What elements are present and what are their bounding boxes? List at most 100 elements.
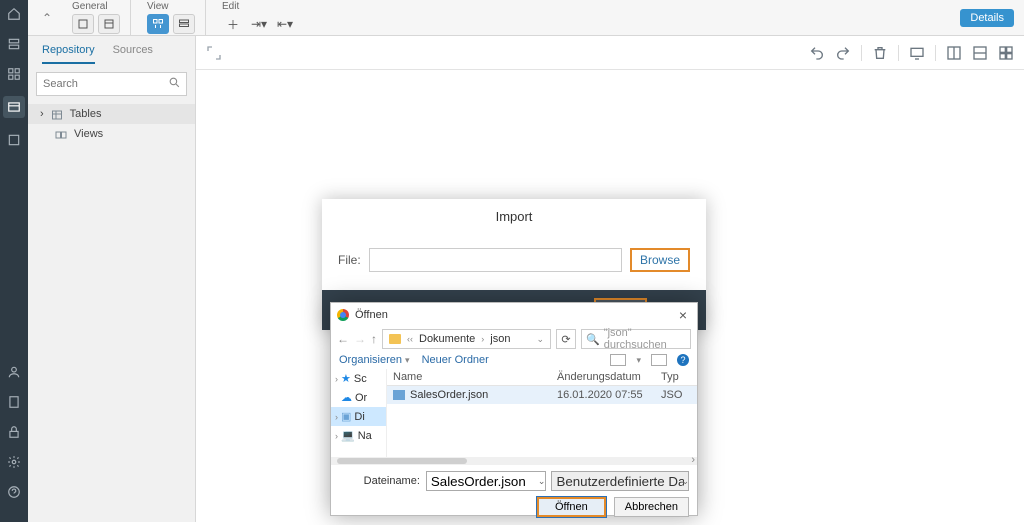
browse-button[interactable]: Browse [630, 248, 690, 272]
folder-icon: ▣ [341, 410, 351, 423]
general-btn-1[interactable] [72, 14, 94, 34]
col-name[interactable]: Name [393, 371, 557, 383]
star-icon: ★ [341, 372, 351, 385]
crumb-b[interactable]: json [490, 333, 510, 345]
help-icon[interactable] [6, 484, 22, 500]
search-placeholder: "json" durchsuchen [604, 327, 686, 351]
screen-icon[interactable] [909, 45, 925, 61]
col-date[interactable]: Änderungsdatum [557, 371, 661, 383]
refresh-icon[interactable]: ⟳ [556, 329, 576, 349]
search-box[interactable]: 🔍 "json" durchsuchen [581, 329, 691, 349]
details-button[interactable]: Details [960, 9, 1014, 27]
grid-icon[interactable] [6, 66, 22, 82]
home-icon[interactable] [6, 6, 22, 22]
tree-label: Views [74, 128, 103, 140]
chevron-right-icon: › [40, 108, 44, 120]
group-general-label: General [72, 1, 108, 12]
group-edit: Edit ＋ ⇥▾ ⇤▾ [212, 0, 306, 35]
filetype-select[interactable] [551, 471, 689, 491]
open-button[interactable]: Öffnen [537, 497, 606, 517]
chevron-down-icon[interactable]: ⌄ [538, 476, 546, 487]
tree-item[interactable]: ›★Sc [331, 369, 386, 388]
layers-icon[interactable] [6, 36, 22, 52]
layout3-icon[interactable] [998, 45, 1014, 61]
file-input[interactable] [369, 248, 622, 272]
layout1-icon[interactable] [946, 45, 962, 61]
chevron-down-icon[interactable]: ⌄ [681, 476, 689, 487]
list-row[interactable]: SalesOrder.json 16.01.2020 07:55 JSO [387, 386, 697, 404]
general-btn-2[interactable] [98, 14, 120, 34]
group-view: View [137, 0, 206, 35]
tree-node-tables[interactable]: › Tables [28, 104, 195, 124]
view-btn-2[interactable] [173, 14, 195, 34]
pref-icon[interactable] [6, 394, 22, 410]
view-mode-icon[interactable] [610, 354, 626, 366]
search-icon [168, 76, 181, 89]
scrollbar[interactable] [331, 457, 697, 465]
delete-icon[interactable] [872, 45, 888, 61]
view-btn-1[interactable] [147, 14, 169, 34]
up-icon[interactable]: ↑ [371, 332, 377, 346]
folder-icon [389, 334, 401, 344]
back-icon[interactable]: ← [337, 332, 349, 346]
tab-repository[interactable]: Repository [42, 44, 95, 64]
tree-label: Tables [70, 108, 102, 120]
collapse-button[interactable]: ⌃ [38, 9, 56, 27]
help-icon[interactable]: ? [677, 354, 689, 366]
header-bar: ⌃ General View Edit ＋ ⇥▾ ⇤▾ Details [28, 0, 1024, 36]
undo-icon[interactable] [809, 45, 825, 61]
organize-button[interactable]: Organisieren ▾ [339, 354, 410, 366]
tables-icon [50, 109, 64, 119]
filename-input[interactable] [426, 471, 546, 491]
import-title: Import [322, 199, 706, 234]
new-folder-button[interactable]: Neuer Ordner [422, 354, 489, 366]
file-type: JSO [661, 389, 691, 401]
list-header: Name Änderungsdatum Typ [387, 369, 697, 386]
group-general: General [62, 0, 131, 35]
nav-icon-5[interactable] [6, 132, 22, 148]
search-input[interactable] [36, 72, 187, 96]
gear-icon[interactable] [6, 454, 22, 470]
chevron-down-icon[interactable]: ⌄ [536, 334, 544, 345]
filename-label: Dateiname: [364, 475, 420, 487]
chrome-icon [337, 309, 349, 321]
close-icon[interactable]: × [675, 307, 691, 323]
redo-icon[interactable] [835, 45, 851, 61]
repo-tree: › Tables Views [28, 104, 195, 144]
layout2-icon[interactable] [972, 45, 988, 61]
lock-icon[interactable] [6, 424, 22, 440]
file-label: File: [338, 253, 361, 267]
chevron-down-icon[interactable]: ▾ [636, 355, 641, 366]
side-tabs: Repository Sources [28, 36, 195, 64]
preview-icon[interactable] [651, 354, 667, 366]
search-box [36, 72, 187, 96]
tree-item[interactable]: ›▣Di [331, 407, 386, 426]
main-toolbar [196, 36, 1024, 70]
expand-icon[interactable] [206, 45, 222, 61]
views-icon [54, 129, 68, 139]
forward-icon[interactable]: → [354, 332, 366, 346]
dialog-cancel-button[interactable]: Abbrechen [614, 497, 689, 517]
tree-node-views[interactable]: Views [28, 124, 195, 144]
file-date: 16.01.2020 07:55 [557, 389, 661, 401]
file-list: Name Änderungsdatum Typ SalesOrder.json … [387, 369, 697, 457]
group-view-label: View [147, 1, 169, 12]
import-button[interactable]: ⇥▾ [248, 14, 270, 34]
col-type[interactable]: Typ [661, 371, 691, 383]
tree-item[interactable]: ›💻Na [331, 426, 386, 445]
export-button[interactable]: ⇤▾ [274, 14, 296, 34]
json-file-icon [393, 390, 405, 400]
add-button[interactable]: ＋ [222, 14, 244, 34]
pc-icon: 💻 [341, 429, 355, 442]
group-edit-label: Edit [222, 1, 239, 12]
dialog-tree: ›★Sc ›☁Or ›▣Di ›💻Na [331, 369, 387, 457]
tab-sources[interactable]: Sources [113, 44, 153, 64]
user-icon[interactable] [6, 364, 22, 380]
data-icon[interactable] [3, 96, 25, 118]
file-name: SalesOrder.json [410, 389, 488, 401]
cloud-icon: ☁ [341, 391, 352, 404]
breadcrumb[interactable]: ‹‹ Dokumente › json ⌄ [382, 329, 551, 349]
chevron-right-icon: › [481, 334, 484, 344]
tree-item[interactable]: ›☁Or [331, 388, 386, 407]
crumb-a[interactable]: Dokumente [419, 333, 475, 345]
